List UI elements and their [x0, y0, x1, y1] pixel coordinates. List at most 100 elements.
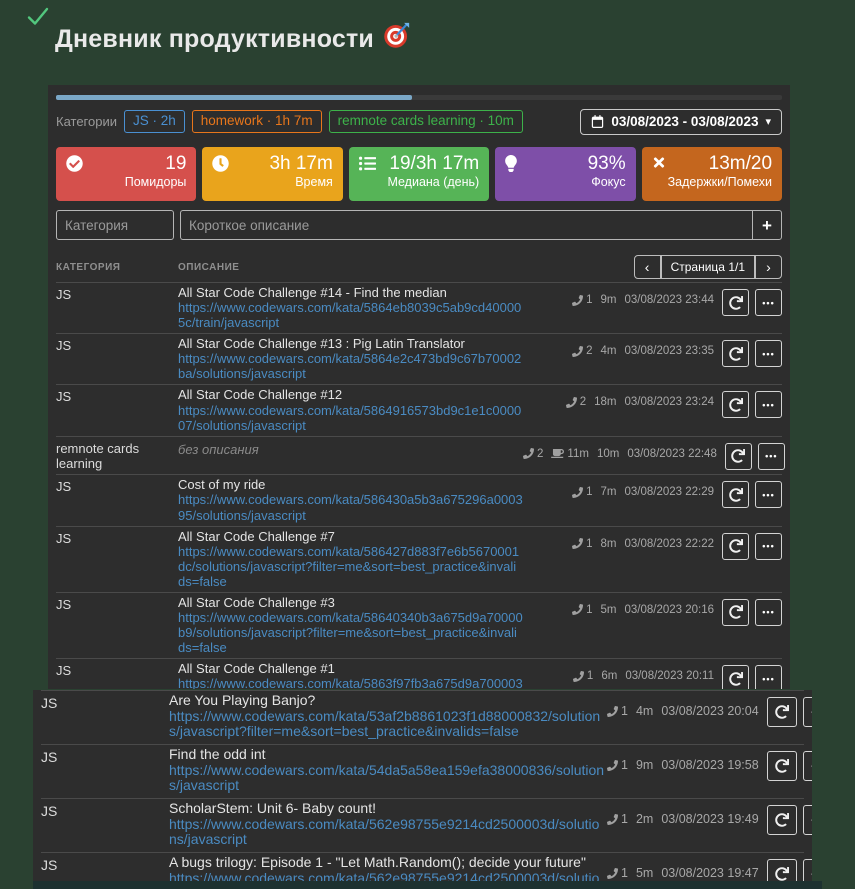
check-circle-icon	[66, 155, 83, 177]
diary-panel-today: Категории JS · 2h homework · 1h 7m remno…	[48, 85, 790, 689]
page-title: Дневник продуктивности	[55, 22, 410, 56]
phone-icon	[607, 759, 618, 771]
ellipsis-icon: •••	[762, 607, 775, 618]
row-datetime: 03/08/2023 20:16	[624, 603, 714, 616]
row-link[interactable]: https://www.codewars.com/kata/53af2b8861…	[169, 708, 607, 740]
more-button[interactable]: •••	[755, 340, 782, 368]
refresh-icon	[728, 346, 743, 361]
row-datetime: 03/08/2023 19:58	[661, 758, 759, 773]
row-link[interactable]: https://www.codewars.com/kata/586427d883…	[178, 544, 523, 589]
pagination: ‹ Страница 1/1 ›	[633, 255, 782, 279]
prev-page-button[interactable]: ‹	[633, 255, 661, 279]
more-button[interactable]: •••	[802, 859, 812, 881]
row-meta: 2 11m 10m 03/08/2023 22:48	[523, 439, 717, 460]
calls-count: 1	[572, 294, 592, 306]
repeat-button[interactable]	[766, 751, 797, 782]
more-button[interactable]: •••	[755, 391, 782, 419]
repeat-button[interactable]	[766, 805, 797, 836]
more-button[interactable]: •••	[755, 665, 782, 689]
row-link[interactable]: https://www.codewars.com/kata/5863f97fb3…	[178, 676, 523, 689]
repeat-button[interactable]	[722, 340, 749, 368]
row-title: Cost of my ride	[178, 477, 266, 493]
more-button[interactable]: •••	[802, 805, 812, 836]
repeat-button[interactable]	[722, 665, 749, 689]
row-duration: 5m	[600, 603, 617, 616]
table-row: JS Are You Playing Banjo? https://www.co…	[41, 690, 812, 744]
calls-count: 2	[523, 448, 543, 460]
stat-value: 13m/20	[708, 153, 773, 174]
phone-icon	[607, 705, 618, 717]
calls-number: 1	[621, 704, 628, 718]
more-button[interactable]: •••	[802, 697, 812, 727]
stat-value: 3h 17m	[269, 153, 333, 174]
row-actions: •••	[724, 439, 785, 470]
row-category: JS	[41, 695, 58, 711]
row-link[interactable]: https://www.codewars.com/kata/562e98755e…	[169, 870, 607, 881]
more-button[interactable]: •••	[755, 532, 782, 560]
category-chip-js[interactable]: JS · 2h	[124, 109, 185, 134]
more-button[interactable]: •••	[802, 751, 812, 782]
next-page-button[interactable]: ›	[755, 255, 782, 279]
phone-icon	[572, 294, 584, 306]
date-range-picker[interactable]: 03/08/2023 - 03/08/2023 ▾	[580, 108, 782, 135]
repeat-button[interactable]	[722, 598, 749, 626]
row-actions: •••	[722, 661, 782, 689]
row-link[interactable]: https://www.codewars.com/kata/58640340b3…	[178, 610, 523, 655]
stat-label: Задержки/Помехи	[667, 174, 773, 189]
refresh-icon	[774, 759, 789, 773]
scroll-indicator-thumb[interactable]	[56, 95, 412, 100]
repeat-button[interactable]	[722, 481, 749, 509]
more-button[interactable]: •••	[755, 289, 782, 316]
coffee-icon	[551, 448, 565, 459]
row-category: JS	[41, 857, 58, 874]
table-row: JS All Star Code Challenge #13 : Pig Lat…	[56, 333, 782, 384]
row-meta: 1 5m 03/08/2023 20:16	[523, 595, 714, 616]
repeat-button[interactable]	[766, 697, 797, 727]
more-button[interactable]: •••	[755, 481, 782, 509]
repeat-button[interactable]	[722, 391, 749, 419]
row-meta: 1 9m 03/08/2023 23:44	[523, 285, 714, 306]
row-link[interactable]: https://www.codewars.com/kata/562e98755e…	[169, 816, 607, 848]
column-header-category: КАТЕГОРИЯ	[56, 261, 121, 273]
row-category: JS	[56, 663, 72, 679]
scroll-indicator-track[interactable]	[56, 95, 782, 100]
collapsed-panel-edge[interactable]	[33, 881, 822, 889]
row-description: Cost of my ride https://www.codewars.com…	[178, 477, 523, 522]
stat-label: Медиана (день)	[387, 174, 480, 189]
more-button[interactable]: •••	[757, 442, 785, 470]
category-input[interactable]	[56, 210, 174, 240]
repeat-button[interactable]	[724, 442, 752, 470]
entries-table: JS All Star Code Challenge #14 - Find th…	[56, 282, 785, 689]
page-indicator: Страница 1/1	[660, 255, 755, 279]
more-button[interactable]: •••	[755, 598, 782, 626]
row-link[interactable]: https://www.codewars.com/kata/5864eb8039…	[178, 300, 523, 330]
row-link[interactable]: https://www.codewars.com/kata/5864916573…	[178, 403, 523, 433]
row-title: All Star Code Challenge #12	[178, 387, 343, 403]
row-duration: 10m	[596, 447, 620, 460]
row-link[interactable]: https://www.codewars.com/kata/5864e2c473…	[178, 351, 523, 381]
phone-icon	[607, 867, 618, 879]
row-actions: •••	[722, 387, 782, 419]
row-title: All Star Code Challenge #7	[178, 528, 335, 544]
description-input[interactable]	[180, 210, 752, 240]
row-link[interactable]: https://www.codewars.com/kata/54da5a58ea…	[169, 762, 607, 794]
ellipsis-icon: •••	[762, 541, 775, 552]
repeat-button[interactable]	[766, 859, 797, 881]
row-actions: •••	[766, 855, 812, 881]
calls-count: 2	[572, 345, 592, 357]
row-link[interactable]: https://www.codewars.com/kata/586430a5b3…	[178, 492, 523, 522]
stat-card-pomodoros: 19 Помидоры	[56, 147, 197, 201]
row-description: без описания	[178, 439, 523, 457]
repeat-button[interactable]	[722, 532, 749, 560]
category-chip-homework[interactable]: homework · 1h 7m	[191, 109, 322, 134]
row-meta: 1 2m 03/08/2023 19:49	[607, 801, 759, 826]
row-title: Are You Playing Banjo?	[169, 692, 316, 708]
date-range-value: 03/08/2023 - 03/08/2023	[611, 113, 759, 129]
repeat-button[interactable]	[722, 289, 749, 316]
add-entry-button[interactable]: +	[752, 210, 782, 240]
row-datetime: 03/08/2023 23:35	[624, 345, 714, 358]
stat-card-time: 3h 17m Время	[202, 147, 343, 201]
category-chip-remnote[interactable]: remnote cards learning · 10m	[328, 109, 523, 134]
row-category: JS	[56, 596, 72, 612]
row-datetime: 03/08/2023 20:11	[625, 670, 714, 683]
